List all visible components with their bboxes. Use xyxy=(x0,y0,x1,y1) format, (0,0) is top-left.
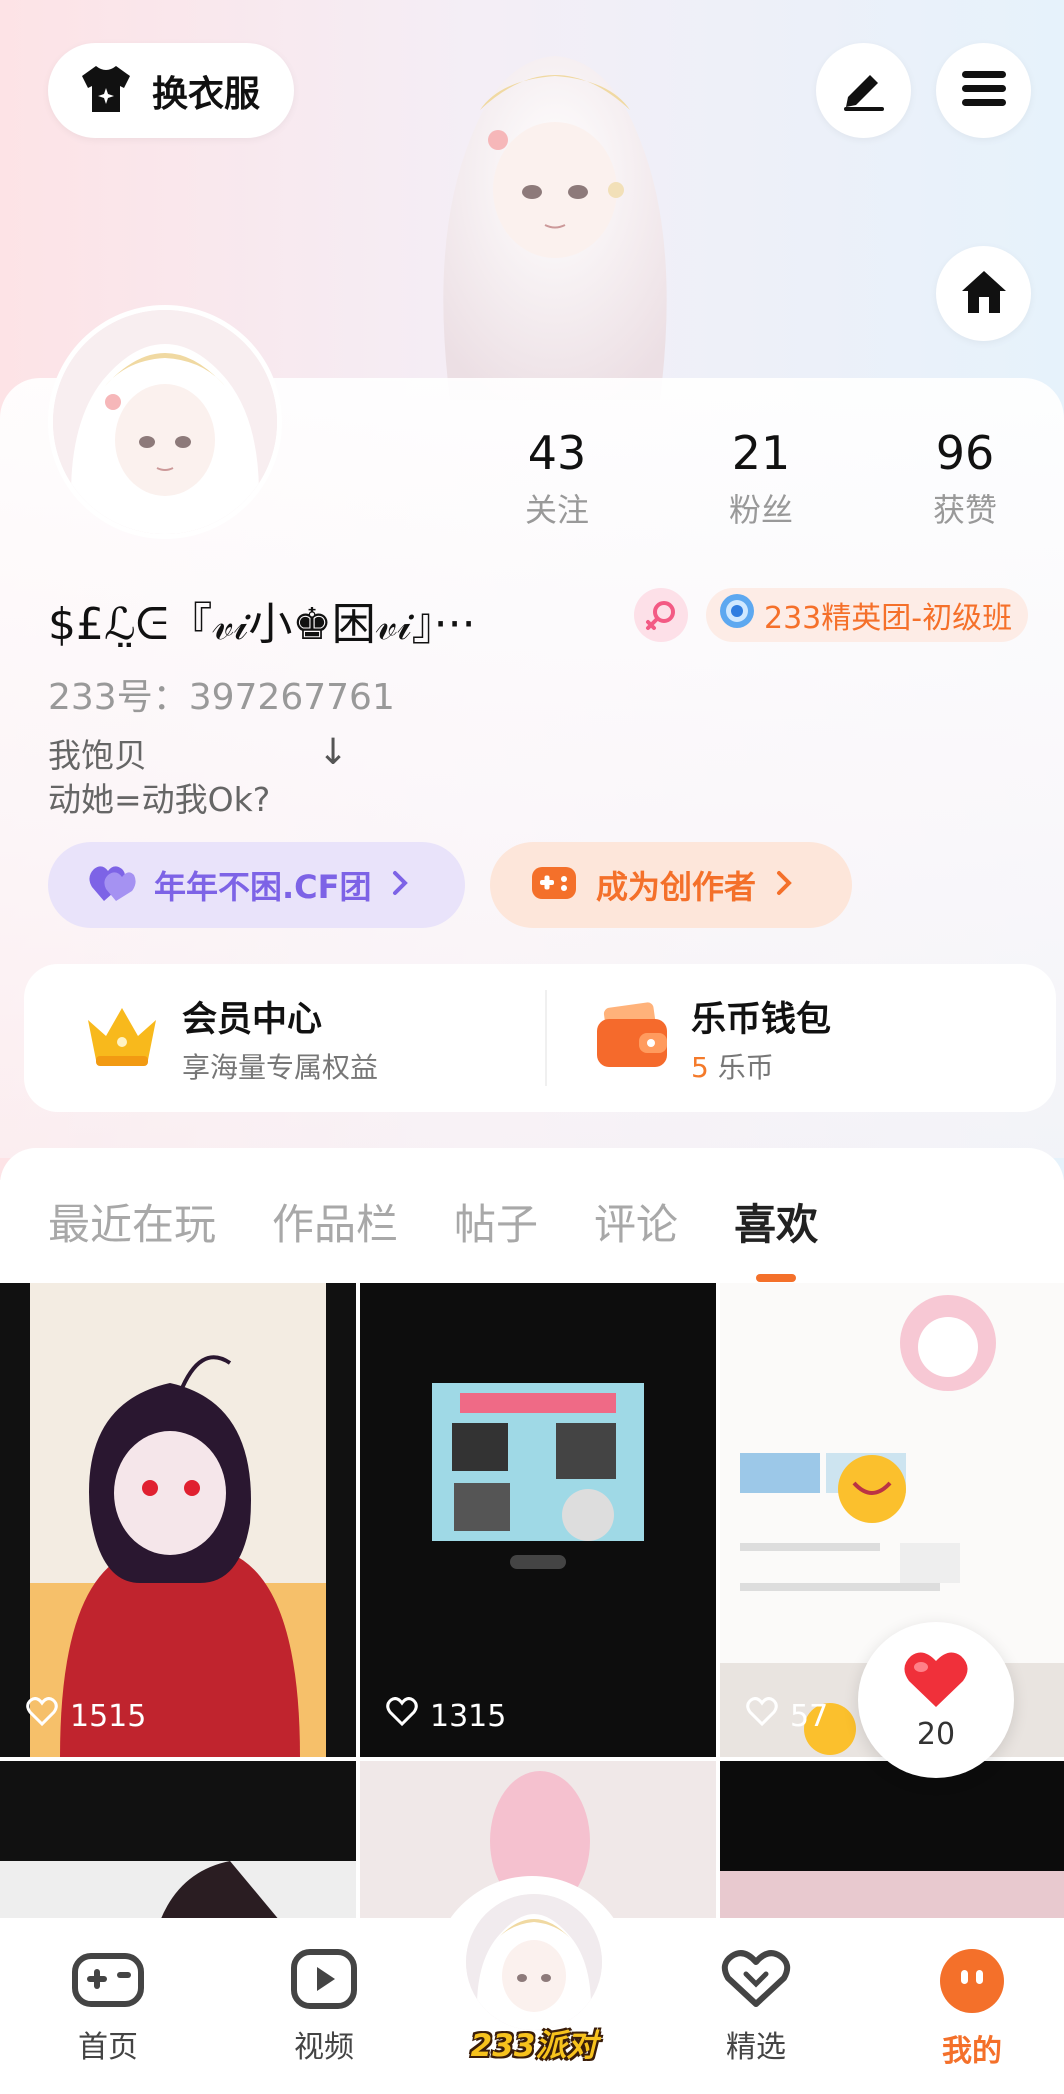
avatar[interactable] xyxy=(48,305,282,539)
followers-label: 粉丝 xyxy=(728,491,793,529)
change-outfit-label: 换衣服 xyxy=(152,73,261,115)
level-badge-label: 233精英团-初级班 xyxy=(764,601,1013,636)
vip-center-subtitle: 享海量专属权益 xyxy=(182,1050,379,1084)
grid-item-thumbnail xyxy=(720,1871,1064,1921)
heart-outline-icon xyxy=(26,1697,58,1735)
tab-recently-played[interactable]: 最近在玩 xyxy=(48,1191,216,1252)
likes-received-count: 96 xyxy=(935,426,995,480)
nav-home[interactable]: 首页 xyxy=(38,1948,178,2066)
chevron-right-icon xyxy=(390,869,410,901)
wallet-icon xyxy=(593,1001,671,1075)
home-icon xyxy=(958,267,1010,321)
heart-outline-icon xyxy=(386,1697,418,1735)
like-count-value: 1315 xyxy=(430,1698,507,1734)
team-label: 年年不困.CF团 xyxy=(154,868,372,906)
like-count: 1515 xyxy=(26,1697,146,1735)
crown-icon xyxy=(82,1000,162,1076)
nav-home-label: 首页 xyxy=(78,2030,138,2065)
nav-video-label: 视频 xyxy=(294,2030,354,2065)
gamepad-icon xyxy=(530,863,578,907)
tab-posts[interactable]: 帖子 xyxy=(454,1191,538,1252)
like-count-value: 1515 xyxy=(70,1698,147,1734)
wallet-amount: 5 xyxy=(691,1050,709,1084)
tab-likes[interactable]: 喜欢 xyxy=(734,1191,818,1282)
grid-item[interactable]: 1515 xyxy=(0,1283,356,1757)
play-icon xyxy=(290,1949,358,2014)
like-count: 57 xyxy=(746,1697,828,1735)
wallet-balance: 5 乐币 xyxy=(691,1046,831,1086)
wallet-title: 乐币钱包 xyxy=(691,999,832,1040)
following-label: 关注 xyxy=(524,491,589,529)
pencil-icon xyxy=(840,67,888,115)
become-creator-button[interactable]: 成为创作者 xyxy=(490,842,852,928)
hamburger-menu-icon xyxy=(960,69,1008,113)
stat-following[interactable]: 43 关注 xyxy=(477,425,637,531)
change-outfit-button[interactable]: 换衣服 xyxy=(48,43,294,138)
avatar-character-figure[interactable] xyxy=(410,20,700,400)
nickname: $£ℒ̤ᕮ『𝓋𝒾小♚困𝓋𝒾』··· xyxy=(48,599,476,650)
nav-featured-label: 精选 xyxy=(726,2030,786,2065)
benefit-card: 会员中心 享海量专属权益 乐币钱包 5 乐币 xyxy=(24,964,1056,1112)
following-count: 43 xyxy=(527,426,587,480)
vip-center[interactable]: 会员中心 享海量专属权益 xyxy=(24,964,545,1112)
bio: 我饱贝 动她=动我Ok? xyxy=(48,734,448,822)
user-id[interactable]: 233号：397267761 xyxy=(48,668,395,720)
nav-video[interactable]: 视频 xyxy=(254,1948,394,2066)
floating-like-count: 20 xyxy=(916,1716,956,1752)
grid-item[interactable]: 1315 xyxy=(360,1283,716,1757)
grid-item[interactable] xyxy=(720,1761,1064,1921)
like-count-value: 57 xyxy=(790,1698,829,1734)
home-button[interactable] xyxy=(936,246,1031,341)
heart-outline-icon xyxy=(720,1950,792,2014)
stat-likes[interactable]: 96 获赞 xyxy=(885,425,1045,531)
tshirt-icon xyxy=(78,64,134,118)
bio-line-1: 我饱贝 xyxy=(48,736,147,775)
menu-button[interactable] xyxy=(936,43,1031,138)
edit-button[interactable] xyxy=(816,43,911,138)
become-creator-label: 成为创作者 xyxy=(596,868,757,906)
nav-party-label[interactable]: 233派对 xyxy=(462,2020,606,2065)
level-badge[interactable]: 233精英团-初级班 xyxy=(706,588,1029,642)
grid-item-thumbnail xyxy=(432,1383,644,1569)
nav-party-avatar[interactable] xyxy=(466,1894,602,2030)
grid-item[interactable] xyxy=(0,1761,356,1921)
heart-team-icon xyxy=(88,863,136,907)
profile-page: 换衣服 43 关注 21 粉丝 96 获赞 $£ℒ̤ᕮ『𝓋𝒾小♚困𝓋𝒾』··· … xyxy=(0,0,1064,2094)
tab-works[interactable]: 作品栏 xyxy=(272,1191,398,1252)
grid-item-thumbnail xyxy=(30,1283,326,1757)
followers-count: 21 xyxy=(731,426,791,480)
wallet-unit: 乐币 xyxy=(717,1050,774,1084)
nav-mine-label: 我的 xyxy=(942,2034,1002,2069)
gamepad-icon xyxy=(71,1953,145,2014)
female-gender-icon xyxy=(634,588,688,642)
like-count: 1315 xyxy=(386,1697,506,1735)
heart-filled-icon xyxy=(901,1649,971,1715)
coin-wallet[interactable]: 乐币钱包 5 乐币 xyxy=(545,990,1056,1086)
floating-like-button[interactable]: 20 xyxy=(858,1622,1014,1778)
vip-center-title: 会员中心 xyxy=(182,999,323,1040)
smiley-face-icon xyxy=(939,1949,1005,2018)
likes-received-label: 获赞 xyxy=(932,491,997,529)
nav-featured[interactable]: 精选 xyxy=(686,1948,826,2066)
nav-mine[interactable]: 我的 xyxy=(902,1948,1042,2070)
profile-tabs: 最近在玩 作品栏 帖子 评论 喜欢 xyxy=(0,1148,1064,1283)
bio-line-2: 动她=动我Ok? xyxy=(48,780,271,819)
grid-item-thumbnail xyxy=(0,1861,356,1921)
stat-followers[interactable]: 21 粉丝 xyxy=(681,425,841,531)
team-button[interactable]: 年年不困.CF团 xyxy=(48,842,465,928)
gear-badge-icon xyxy=(718,592,756,638)
heart-outline-icon xyxy=(746,1697,778,1735)
chevron-right-icon xyxy=(774,869,794,901)
bio-arrow: ↓ xyxy=(318,732,349,773)
tab-comments[interactable]: 评论 xyxy=(594,1191,678,1252)
